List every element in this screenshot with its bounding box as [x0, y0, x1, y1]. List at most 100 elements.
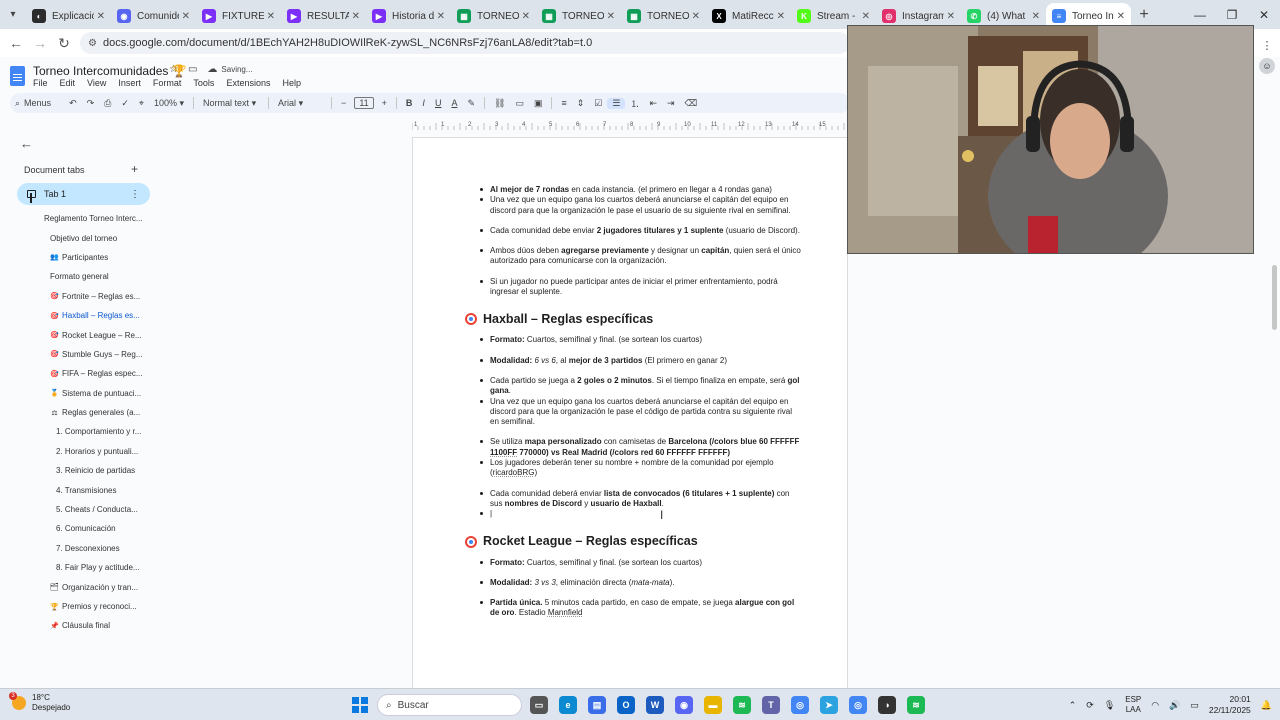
outline-item[interactable]: 🎯 Haxball – Reglas es... [0, 306, 150, 325]
outline-item[interactable]: 🎯 Rocket League – Re... [0, 325, 150, 344]
browser-tab[interactable]: ◉ Comunide ✕ [111, 3, 196, 29]
outline-item[interactable]: 🎯 Fortnite – Reglas es... [0, 287, 150, 306]
taskbar-clock[interactable]: 20:01 22/11/2025 [1209, 694, 1251, 716]
bold-button[interactable]: B [401, 98, 418, 108]
list-item[interactable]: Los jugadores deberán tener su nombre + … [461, 458, 801, 479]
font-size-input[interactable]: 11 [354, 97, 374, 109]
browser-menu-icon[interactable]: ⋮ [1254, 39, 1280, 52]
spellcheck-button[interactable]: ✓ [116, 98, 134, 109]
browser-tab[interactable]: ◐ Explicació ✕ [26, 3, 111, 29]
notification-icon[interactable]: 🔔 [1261, 700, 1272, 711]
input-language[interactable]: ESP LAA [1125, 695, 1141, 715]
menu-item-extensions[interactable]: Extensions [226, 78, 270, 88]
chrome-icon[interactable]: ◎ [791, 696, 809, 714]
docs-logo-icon[interactable] [10, 66, 25, 86]
clear-formatting-button[interactable]: ⌫ [680, 98, 703, 109]
increase-indent-button[interactable]: ⇥ [662, 98, 680, 109]
list-item[interactable]: Partida única. 5 minutos cada partido, e… [461, 598, 801, 619]
browser-tab[interactable]: ▶ Historia d ✕ [366, 3, 451, 29]
tab-close-icon[interactable]: ✕ [182, 11, 190, 22]
numbered-list-button[interactable]: ⒈ [625, 97, 644, 110]
list-item[interactable]: | [461, 509, 801, 519]
outline-item[interactable]: 🏆 Premios y reconoci... [0, 597, 150, 616]
print-button[interactable]: ⎙ [99, 98, 116, 109]
battery-icon[interactable]: ▭ [1190, 700, 1199, 711]
browser-tab[interactable]: ▶ RESULTAD✕ [281, 3, 366, 29]
list-item[interactable]: Una vez que un equipo gana los cuartos d… [461, 195, 801, 216]
section-heading-haxball[interactable]: Haxball – Reglas específicas [465, 307, 801, 331]
tab-close-icon[interactable]: ✕ [607, 11, 615, 22]
minimize-button[interactable]: — [1184, 8, 1216, 22]
outline-item[interactable]: 6. Comunicación [0, 519, 150, 538]
document-title[interactable]: Torneo Intercomunidades 🏆 [33, 64, 187, 78]
text-color-button[interactable]: A [446, 98, 462, 108]
store-icon[interactable]: ▤ [588, 696, 606, 714]
checklist-button[interactable]: ☑ [589, 98, 607, 109]
star-icon[interactable]: ☆ [169, 64, 178, 75]
word-icon[interactable]: W [646, 696, 664, 714]
font-select[interactable]: Arial ▾ [273, 98, 327, 109]
forward-button[interactable]: → [28, 35, 52, 51]
outline-item[interactable]: Reglamento Torneo Interc... [0, 209, 150, 228]
menu-item-view[interactable]: View [87, 78, 106, 88]
new-tab-button[interactable]: + [1131, 6, 1157, 24]
browser-tab[interactable]: ▦ TORNEO I✕ [536, 3, 621, 29]
outlook-icon[interactable]: O [617, 696, 635, 714]
outline-item[interactable]: 7. Desconexiones [0, 539, 150, 558]
list-item[interactable]: Formato: Cuartos, semifinal y final. (se… [461, 335, 801, 345]
scrollbar-thumb[interactable] [1272, 265, 1277, 330]
browser-tab[interactable]: X MatiRecch✕ [706, 3, 791, 29]
close-window-button[interactable]: ✕ [1248, 8, 1280, 22]
list-item[interactable]: Cada comunidad deberá enviar lista de co… [461, 489, 801, 510]
style-select[interactable]: Normal text ▾ [198, 98, 264, 109]
volume-icon[interactable]: 🔊 [1169, 700, 1180, 711]
image-button[interactable]: ▣ [529, 98, 548, 109]
list-item[interactable]: Si un jugador no puede participar antes … [461, 277, 801, 298]
url-bar[interactable]: ⚙ docs.google.com/document/d/1BEchYAH2H8… [80, 32, 850, 54]
list-item[interactable]: Modalidad: 6 vs 6, al mejor de 3 partido… [461, 356, 801, 366]
decrease-font-button[interactable]: − [336, 98, 351, 108]
document-body[interactable]: Al mejor de 7 rondas en cada instancia. … [461, 185, 801, 619]
italic-button[interactable]: I [417, 98, 430, 108]
tab-close-icon[interactable]: ✕ [267, 11, 275, 22]
menu-item-file[interactable]: File [33, 78, 48, 88]
line-spacing-button[interactable]: ⇕ [572, 98, 590, 109]
document-page[interactable]: Al mejor de 7 rondas en cada instancia. … [412, 138, 848, 688]
close-sidebar-button[interactable]: ← [20, 136, 33, 151]
outline-item[interactable]: 🗂 Organización y tran... [0, 577, 150, 596]
list-item[interactable]: Ambos dúos deben agregarse previamente y… [461, 246, 801, 267]
tab-close-icon[interactable]: ✕ [437, 11, 445, 22]
outline-item[interactable]: 👥 Participantes [0, 248, 150, 267]
comment-button[interactable]: ▭ [510, 98, 529, 109]
outline-item[interactable]: 🏅 Sistema de puntuaci... [0, 384, 150, 403]
bulleted-list-button[interactable]: ☰ [607, 97, 626, 109]
outline-item[interactable]: Formato general [0, 267, 150, 286]
browser-tab[interactable]: ▦ TORNEO I✕ [451, 3, 536, 29]
align-button[interactable]: ≡ [556, 98, 571, 108]
browser-tab[interactable]: ▦ TORNEO I✕ [621, 3, 706, 29]
outline-item[interactable]: 5. Cheats / Conducta... [0, 500, 150, 519]
discord-icon[interactable]: ◉ [675, 696, 693, 714]
taskbar-search-box[interactable]: ⌕ Buscar [377, 694, 522, 716]
list-item[interactable]: Modalidad: 3 vs 3, eliminación directa (… [461, 578, 801, 588]
menu-item-edit[interactable]: Edit [60, 78, 76, 88]
outline-item[interactable]: 2. Horarios y puntuali... [0, 442, 150, 461]
list-item[interactable]: Cada partido se juega a 2 goles o 2 minu… [461, 376, 801, 397]
reload-button[interactable]: ↻ [52, 35, 76, 52]
undo-button[interactable]: ↶ [64, 98, 82, 109]
highlight-button[interactable]: ✎ [462, 98, 480, 109]
document-tab-1[interactable]: Tab 1 ⋮ [17, 183, 150, 205]
tab-options-icon[interactable]: ⋮ [130, 189, 140, 200]
tab-close-icon[interactable]: ✕ [522, 11, 530, 22]
ruler-scale[interactable]: 1 1 2 3 4 5 6 7 8 9 10 11 12 13 14 15 [412, 120, 848, 132]
browser-tab[interactable]: ▶ FIXTURE ✕ [196, 3, 281, 29]
paint-format-button[interactable]: ⌖ [134, 98, 149, 109]
tab-close-icon[interactable]: ✕ [777, 11, 785, 22]
telegram-icon[interactable]: ➤ [820, 696, 838, 714]
weather-widget[interactable]: 3 18°C Despejado [9, 692, 70, 713]
edge-icon[interactable]: e [559, 696, 577, 714]
list-item[interactable]: Se utiliza mapa personalizado con camise… [461, 437, 801, 458]
outline-item[interactable]: Objetivo del torneo [0, 228, 150, 247]
outline-item[interactable]: 🎯 Stumble Guys – Reg... [0, 345, 150, 364]
folder-icon[interactable]: ▬ [704, 696, 722, 714]
